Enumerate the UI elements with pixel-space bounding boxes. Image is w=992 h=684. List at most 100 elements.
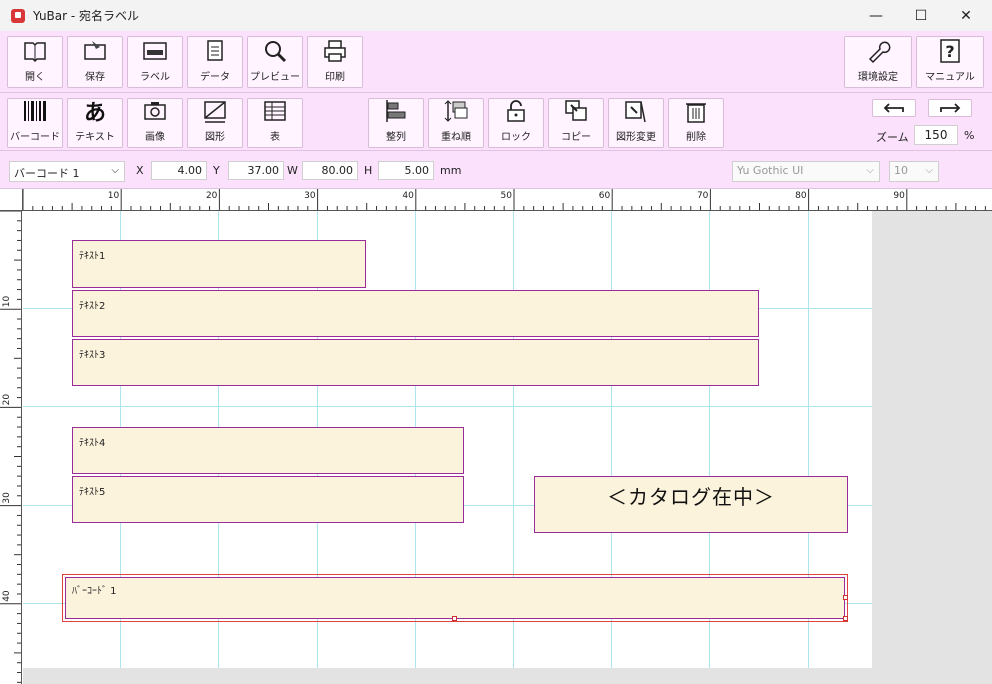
barcode-object-label: ﾊﾞｰｺｰﾄﾞ 1 xyxy=(72,586,117,597)
y-label: Y xyxy=(213,164,220,177)
trash-icon xyxy=(683,98,709,124)
text-object-2[interactable]: ﾃｷｽﾄ2 xyxy=(72,290,759,337)
chevron-down-icon: ⌵ xyxy=(866,165,874,176)
x-input[interactable]: 4.00 xyxy=(151,161,207,180)
vertical-ruler-ticks: 10 20 30 40 xyxy=(0,211,21,683)
close-button[interactable]: ✕ xyxy=(943,0,989,31)
text-object-label: ﾃｷｽﾄ5 xyxy=(79,487,106,498)
resize-handle-bottom[interactable] xyxy=(452,616,457,621)
ruler-label: 90 xyxy=(893,191,905,201)
wrench-icon xyxy=(865,38,891,64)
preview-button[interactable]: プレビュー xyxy=(247,36,303,88)
resize-handle-bottom-right[interactable] xyxy=(843,616,848,621)
minimize-button[interactable]: — xyxy=(853,0,899,31)
text-glyph-icon: あ xyxy=(83,100,106,126)
help-icon: ? xyxy=(937,38,963,64)
x-label: X xyxy=(136,164,144,177)
unit-label: mm xyxy=(440,164,462,177)
object-toolbar: バーコード あ テキスト 画像 図形 表 整列 重ね順 ロック コピー 図形変更… xyxy=(0,93,992,151)
text-object-4[interactable]: ﾃｷｽﾄ4 xyxy=(72,427,464,474)
text-object-1[interactable]: ﾃｷｽﾄ1 xyxy=(72,240,366,288)
w-label: W xyxy=(287,164,298,177)
object-select[interactable]: バーコード 1 ⌵ xyxy=(9,161,125,182)
text-object-label: ﾃｷｽﾄ2 xyxy=(79,301,106,312)
label-sheet-icon xyxy=(142,38,168,64)
ruler-label: 10 xyxy=(108,191,120,201)
image-button[interactable]: 画像 xyxy=(127,98,183,148)
label-button[interactable]: ラベル xyxy=(127,36,183,88)
layer-order-icon xyxy=(443,98,469,124)
shape-change-icon xyxy=(623,98,649,124)
lock-icon xyxy=(503,98,529,124)
title-bar: YuBar - 宛名ラベル — ☐ ✕ xyxy=(0,0,992,31)
document-icon xyxy=(202,38,228,64)
property-bar: バーコード 1 ⌵ X 4.00 Y 37.00 W 80.00 H 5.00 … xyxy=(0,151,992,189)
shape-change-button[interactable]: 図形変更 xyxy=(608,98,664,148)
y-input[interactable]: 37.00 xyxy=(228,161,284,180)
maximize-button[interactable]: ☐ xyxy=(898,0,944,31)
env-settings-button[interactable]: 環境設定 xyxy=(844,36,912,88)
text-object-3[interactable]: ﾃｷｽﾄ3 xyxy=(72,339,759,386)
horizontal-ruler-ticks: 10 20 30 40 50 60 70 80 90 xyxy=(22,189,986,210)
ruler-label: 20 xyxy=(2,394,12,406)
chevron-down-icon: ⌵ xyxy=(111,165,119,176)
text-object-5[interactable]: ﾃｷｽﾄ5 xyxy=(72,476,464,523)
undo-button[interactable] xyxy=(872,99,916,117)
ruler-label: 10 xyxy=(2,295,12,307)
grid-line xyxy=(23,406,872,408)
ruler-label: 60 xyxy=(599,191,611,201)
zoom-unit: % xyxy=(964,129,975,142)
resize-handle-right[interactable] xyxy=(843,595,848,600)
redo-arrow-icon xyxy=(940,103,961,113)
ruler-label: 30 xyxy=(2,492,12,504)
text-button[interactable]: あ テキスト xyxy=(67,98,123,148)
ruler-label: 80 xyxy=(795,191,807,201)
shape-button[interactable]: 図形 xyxy=(187,98,243,148)
ruler-label: 20 xyxy=(206,191,218,201)
h-label: H xyxy=(364,164,373,177)
label-paper[interactable]: ﾃｷｽﾄ1 ﾃｷｽﾄ2 ﾃｷｽﾄ3 ﾃｷｽﾄ4 ﾃｷｽﾄ5 ＜カタログ在中＞ ﾊ… xyxy=(23,211,872,668)
print-button[interactable]: 印刷 xyxy=(307,36,363,88)
lock-button[interactable]: ロック xyxy=(488,98,544,148)
data-button[interactable]: データ xyxy=(187,36,243,88)
w-input[interactable]: 80.00 xyxy=(302,161,358,180)
delete-button[interactable]: 削除 xyxy=(668,98,724,148)
canvas-area[interactable]: ﾃｷｽﾄ1 ﾃｷｽﾄ2 ﾃｷｽﾄ3 ﾃｷｽﾄ4 ﾃｷｽﾄ5 ＜カタログ在中＞ ﾊ… xyxy=(23,211,992,684)
shape-icon xyxy=(202,98,228,124)
barcode-icon xyxy=(22,98,48,124)
app-icon xyxy=(11,8,25,23)
align-button[interactable]: 整列 xyxy=(368,98,424,148)
barcode-button[interactable]: バーコード xyxy=(7,98,63,148)
text-object-label: ﾃｷｽﾄ4 xyxy=(79,438,106,449)
manual-button[interactable]: ? マニュアル xyxy=(916,36,984,88)
ruler-label: 40 xyxy=(2,590,12,602)
catalog-text-object[interactable]: ＜カタログ在中＞ xyxy=(534,476,848,533)
undo-arrow-icon xyxy=(883,103,904,113)
ruler-label: 40 xyxy=(402,191,414,201)
copy-button[interactable]: コピー xyxy=(548,98,604,148)
book-icon xyxy=(22,38,48,64)
save-button[interactable]: 保存 xyxy=(67,36,123,88)
camera-icon xyxy=(142,98,168,124)
horizontal-ruler: 10 20 30 40 50 60 70 80 90 xyxy=(0,189,992,211)
copy-icon xyxy=(563,98,589,124)
redo-button[interactable] xyxy=(928,99,972,117)
font-name-select[interactable]: Yu Gothic UI ⌵ xyxy=(732,161,880,182)
ruler-corner xyxy=(0,189,23,211)
save-book-icon xyxy=(82,38,108,64)
vertical-ruler: 10 20 30 40 xyxy=(0,211,22,684)
chevron-down-icon: ⌵ xyxy=(925,165,933,176)
svg-text:?: ? xyxy=(945,42,954,61)
order-button[interactable]: 重ね順 xyxy=(428,98,484,148)
text-object-label: ﾃｷｽﾄ3 xyxy=(79,350,106,361)
catalog-text: ＜カタログ在中＞ xyxy=(607,485,775,509)
font-size-select[interactable]: 10 ⌵ xyxy=(889,161,939,182)
zoom-input[interactable]: 150 xyxy=(914,125,958,145)
h-input[interactable]: 5.00 xyxy=(378,161,434,180)
open-button[interactable]: 開く xyxy=(7,36,63,88)
ruler-label: 30 xyxy=(304,191,316,201)
magnifier-icon xyxy=(262,38,288,64)
barcode-object-1[interactable]: ﾊﾞｰｺｰﾄﾞ 1 xyxy=(65,577,845,619)
printer-icon xyxy=(322,38,348,64)
table-button[interactable]: 表 xyxy=(247,98,303,148)
